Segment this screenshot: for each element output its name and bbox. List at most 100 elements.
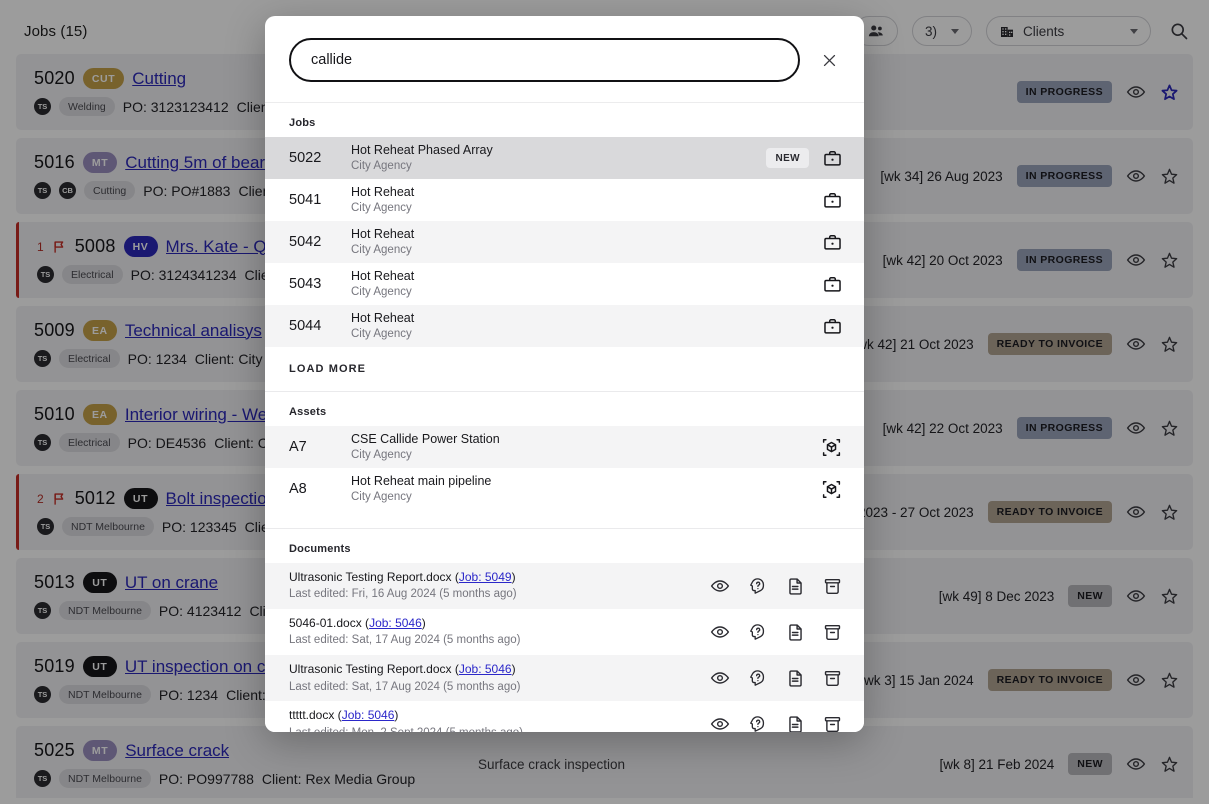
eye-icon[interactable] bbox=[710, 622, 730, 642]
asset-code: A7 bbox=[289, 439, 351, 455]
asset-code: A8 bbox=[289, 481, 351, 497]
job-text: Hot ReheatCity Agency bbox=[351, 268, 823, 300]
list-item[interactable]: 5043Hot ReheatCity Agency bbox=[265, 263, 864, 305]
close-icon bbox=[821, 52, 838, 69]
ai-question-icon[interactable] bbox=[748, 714, 768, 732]
job-client: City Agency bbox=[351, 285, 823, 301]
load-more-button[interactable]: LOAD MORE bbox=[265, 347, 366, 391]
document-icon[interactable] bbox=[786, 623, 805, 642]
document-name: 5046-01.docx (Job: 5046) bbox=[289, 615, 710, 632]
asset-client: City Agency bbox=[351, 490, 821, 506]
job-code: 5042 bbox=[289, 234, 351, 250]
document-icon[interactable] bbox=[786, 577, 805, 596]
archive-icon[interactable] bbox=[823, 669, 842, 688]
briefcase-icon[interactable] bbox=[823, 149, 842, 168]
eye-icon[interactable] bbox=[710, 576, 730, 596]
ai-question-icon[interactable] bbox=[748, 668, 768, 688]
briefcase-icon[interactable] bbox=[823, 233, 842, 252]
list-item[interactable]: 5041Hot ReheatCity Agency bbox=[265, 179, 864, 221]
list-item[interactable]: ttttt.docx (Job: 5046)Last edited: Mon, … bbox=[265, 701, 864, 732]
document-icon[interactable] bbox=[786, 669, 805, 688]
job-title: Hot Reheat bbox=[351, 268, 823, 285]
list-item[interactable]: A7CSE Callide Power StationCity Agency bbox=[265, 426, 864, 468]
document-icon[interactable] bbox=[786, 715, 805, 732]
jobs-result-list: 5022Hot Reheat Phased ArrayCity AgencyNE… bbox=[265, 137, 864, 347]
documents-section-heading: Documents bbox=[265, 529, 864, 563]
document-actions bbox=[710, 622, 842, 642]
asset-text: Hot Reheat main pipelineCity Agency bbox=[351, 473, 821, 505]
job-code: 5044 bbox=[289, 318, 351, 334]
job-code: 5022 bbox=[289, 150, 351, 166]
job-client: City Agency bbox=[351, 159, 766, 175]
asset-title: Hot Reheat main pipeline bbox=[351, 473, 821, 490]
assets-spacer bbox=[265, 510, 864, 528]
job-title: Hot Reheat bbox=[351, 310, 823, 327]
job-row-meta bbox=[823, 275, 842, 294]
jobs-section-heading: Jobs bbox=[265, 103, 864, 137]
documents-result-list: Ultrasonic Testing Report.docx (Job: 504… bbox=[265, 563, 864, 732]
ai-question-icon[interactable] bbox=[748, 576, 768, 596]
job-text: Hot ReheatCity Agency bbox=[351, 184, 823, 216]
modal-overlay[interactable]: Jobs 5022Hot Reheat Phased ArrayCity Age… bbox=[0, 0, 1209, 804]
list-item[interactable]: 5046-01.docx (Job: 5046)Last edited: Sat… bbox=[265, 609, 864, 655]
document-text: 5046-01.docx (Job: 5046)Last edited: Sat… bbox=[289, 615, 710, 649]
document-actions bbox=[710, 714, 842, 732]
document-job-link[interactable]: Job: 5046 bbox=[369, 616, 422, 630]
asset-client: City Agency bbox=[351, 448, 821, 464]
assets-section-heading: Assets bbox=[265, 392, 864, 426]
asset-row-meta bbox=[821, 437, 842, 458]
document-actions bbox=[710, 576, 842, 596]
job-client: City Agency bbox=[351, 201, 823, 217]
list-item[interactable]: 5022Hot Reheat Phased ArrayCity AgencyNE… bbox=[265, 137, 864, 179]
job-text: Hot ReheatCity Agency bbox=[351, 226, 823, 258]
eye-icon[interactable] bbox=[710, 668, 730, 688]
briefcase-icon[interactable] bbox=[823, 317, 842, 336]
list-item[interactable]: 5042Hot ReheatCity Agency bbox=[265, 221, 864, 263]
job-row-meta: NEW bbox=[766, 148, 842, 168]
asset-title: CSE Callide Power Station bbox=[351, 431, 821, 448]
document-job-link[interactable]: Job: 5046 bbox=[342, 708, 395, 722]
asset-cube-icon[interactable] bbox=[821, 437, 842, 458]
search-input[interactable] bbox=[289, 38, 800, 82]
modal-search-bar bbox=[265, 16, 864, 102]
job-row-meta bbox=[823, 317, 842, 336]
document-name: Ultrasonic Testing Report.docx (Job: 504… bbox=[289, 569, 710, 586]
document-job-link[interactable]: Job: 5046 bbox=[459, 662, 512, 676]
briefcase-icon[interactable] bbox=[823, 191, 842, 210]
archive-icon[interactable] bbox=[823, 715, 842, 732]
ai-question-icon[interactable] bbox=[748, 622, 768, 642]
list-item[interactable]: 5044Hot ReheatCity Agency bbox=[265, 305, 864, 347]
close-button[interactable] bbox=[816, 47, 842, 73]
eye-icon[interactable] bbox=[710, 714, 730, 732]
document-name: ttttt.docx (Job: 5046) bbox=[289, 707, 710, 724]
document-last-edited: Last edited: Sat, 17 Aug 2024 (5 months … bbox=[289, 679, 710, 696]
job-code: 5041 bbox=[289, 192, 351, 208]
job-title: Hot Reheat bbox=[351, 184, 823, 201]
list-item[interactable]: Ultrasonic Testing Report.docx (Job: 504… bbox=[265, 655, 864, 701]
archive-icon[interactable] bbox=[823, 623, 842, 642]
document-text: ttttt.docx (Job: 5046)Last edited: Mon, … bbox=[289, 707, 710, 732]
job-code: 5043 bbox=[289, 276, 351, 292]
job-client: City Agency bbox=[351, 243, 823, 259]
asset-text: CSE Callide Power StationCity Agency bbox=[351, 431, 821, 463]
document-text: Ultrasonic Testing Report.docx (Job: 504… bbox=[289, 569, 710, 603]
status-badge: NEW bbox=[766, 148, 809, 168]
asset-cube-icon[interactable] bbox=[821, 479, 842, 500]
job-row-meta bbox=[823, 233, 842, 252]
global-search-modal: Jobs 5022Hot Reheat Phased ArrayCity Age… bbox=[265, 16, 864, 732]
document-job-link[interactable]: Job: 5049 bbox=[459, 570, 512, 584]
job-text: Hot Reheat Phased ArrayCity Agency bbox=[351, 142, 766, 174]
list-item[interactable]: A8Hot Reheat main pipelineCity Agency bbox=[265, 468, 864, 510]
list-item[interactable]: Ultrasonic Testing Report.docx (Job: 504… bbox=[265, 563, 864, 609]
job-title: Hot Reheat bbox=[351, 226, 823, 243]
search-results: Jobs 5022Hot Reheat Phased ArrayCity Age… bbox=[265, 102, 864, 732]
document-actions bbox=[710, 668, 842, 688]
document-name: Ultrasonic Testing Report.docx (Job: 504… bbox=[289, 661, 710, 678]
asset-row-meta bbox=[821, 479, 842, 500]
job-text: Hot ReheatCity Agency bbox=[351, 310, 823, 342]
job-client: City Agency bbox=[351, 327, 823, 343]
archive-icon[interactable] bbox=[823, 577, 842, 596]
assets-result-list: A7CSE Callide Power StationCity AgencyA8… bbox=[265, 426, 864, 510]
job-row-meta bbox=[823, 191, 842, 210]
briefcase-icon[interactable] bbox=[823, 275, 842, 294]
